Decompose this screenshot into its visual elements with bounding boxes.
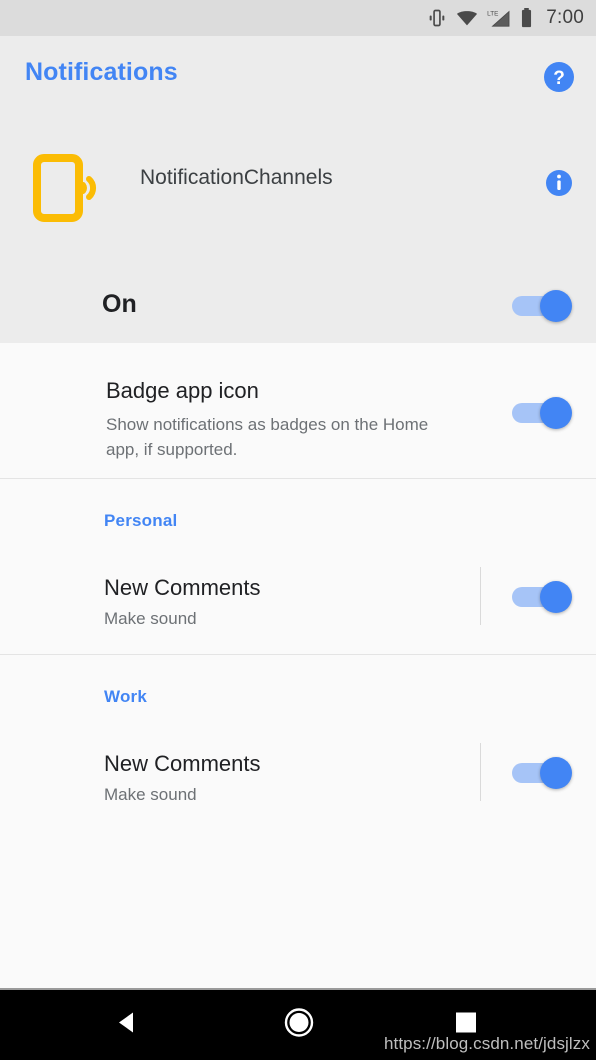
channel-toggle-personal-new-comments[interactable] bbox=[512, 581, 574, 613]
channel-group-personal: Personal New Comments Make sound bbox=[0, 479, 596, 654]
channel-group-work: Work New Comments Make sound bbox=[0, 655, 596, 830]
battery-icon bbox=[520, 8, 533, 28]
settings-content: Badge app icon Show notifications as bad… bbox=[0, 343, 596, 988]
lte-signal-icon: LTE bbox=[487, 8, 511, 28]
svg-text:LTE: LTE bbox=[487, 10, 498, 17]
channel-title: New Comments bbox=[104, 575, 261, 600]
svg-text:?: ? bbox=[553, 68, 565, 89]
badge-app-icon-description: Show notifications as badges on the Home… bbox=[106, 415, 429, 459]
toggle-thumb bbox=[540, 290, 572, 322]
app-name-label: NotificationChannels bbox=[140, 166, 333, 189]
title-row: Notifications ? bbox=[0, 36, 596, 120]
blog-watermark: https://blog.csdn.net/jdsjlzx bbox=[383, 1034, 590, 1053]
status-bar-clock: 7:00 bbox=[546, 7, 584, 28]
toggle-separator bbox=[480, 743, 481, 801]
master-notifications-toggle[interactable] bbox=[512, 290, 574, 322]
badge-app-icon-toggle[interactable] bbox=[512, 397, 574, 429]
phone-screen: LTE 7:00 Notifications ? NotificationCha… bbox=[0, 0, 596, 1060]
channel-subtitle: Make sound bbox=[104, 609, 197, 628]
channel-title: New Comments bbox=[104, 751, 261, 776]
android-navigation-bar: https://blog.csdn.net/jdsjlzx bbox=[0, 988, 596, 1060]
app-header-row[interactable]: NotificationChannels bbox=[0, 140, 596, 240]
toggle-thumb bbox=[540, 581, 572, 613]
status-bar: LTE 7:00 bbox=[0, 0, 596, 36]
channel-subtitle: Make sound bbox=[104, 785, 197, 804]
status-bar-icons: LTE 7:00 bbox=[427, 7, 584, 29]
group-header-work: Work bbox=[104, 687, 147, 706]
channel-row[interactable]: Work New Comments Make sound bbox=[0, 655, 596, 830]
help-circle-icon[interactable]: ? bbox=[542, 60, 576, 94]
toggle-separator bbox=[480, 567, 481, 625]
notifications-header-panel: Notifications ? NotificationChannels On bbox=[0, 36, 596, 343]
info-circle-icon[interactable] bbox=[544, 168, 574, 198]
master-switch-row[interactable]: On bbox=[0, 276, 596, 338]
wifi-icon bbox=[456, 9, 478, 27]
group-header-personal: Personal bbox=[104, 511, 178, 530]
back-triangle-icon[interactable] bbox=[112, 1007, 144, 1044]
master-switch-label: On bbox=[102, 290, 137, 318]
toggle-thumb bbox=[540, 757, 572, 789]
toggle-thumb bbox=[540, 397, 572, 429]
page-title: Notifications bbox=[25, 58, 178, 86]
home-circle-icon[interactable] bbox=[282, 1006, 316, 1045]
channel-toggle-work-new-comments[interactable] bbox=[512, 757, 574, 789]
badge-app-icon-row[interactable]: Badge app icon Show notifications as bad… bbox=[0, 343, 596, 478]
vibrating-phone-icon bbox=[32, 152, 108, 222]
channel-row[interactable]: Personal New Comments Make sound bbox=[0, 479, 596, 654]
badge-app-icon-title: Badge app icon bbox=[106, 378, 259, 403]
vibrate-icon bbox=[427, 8, 447, 28]
